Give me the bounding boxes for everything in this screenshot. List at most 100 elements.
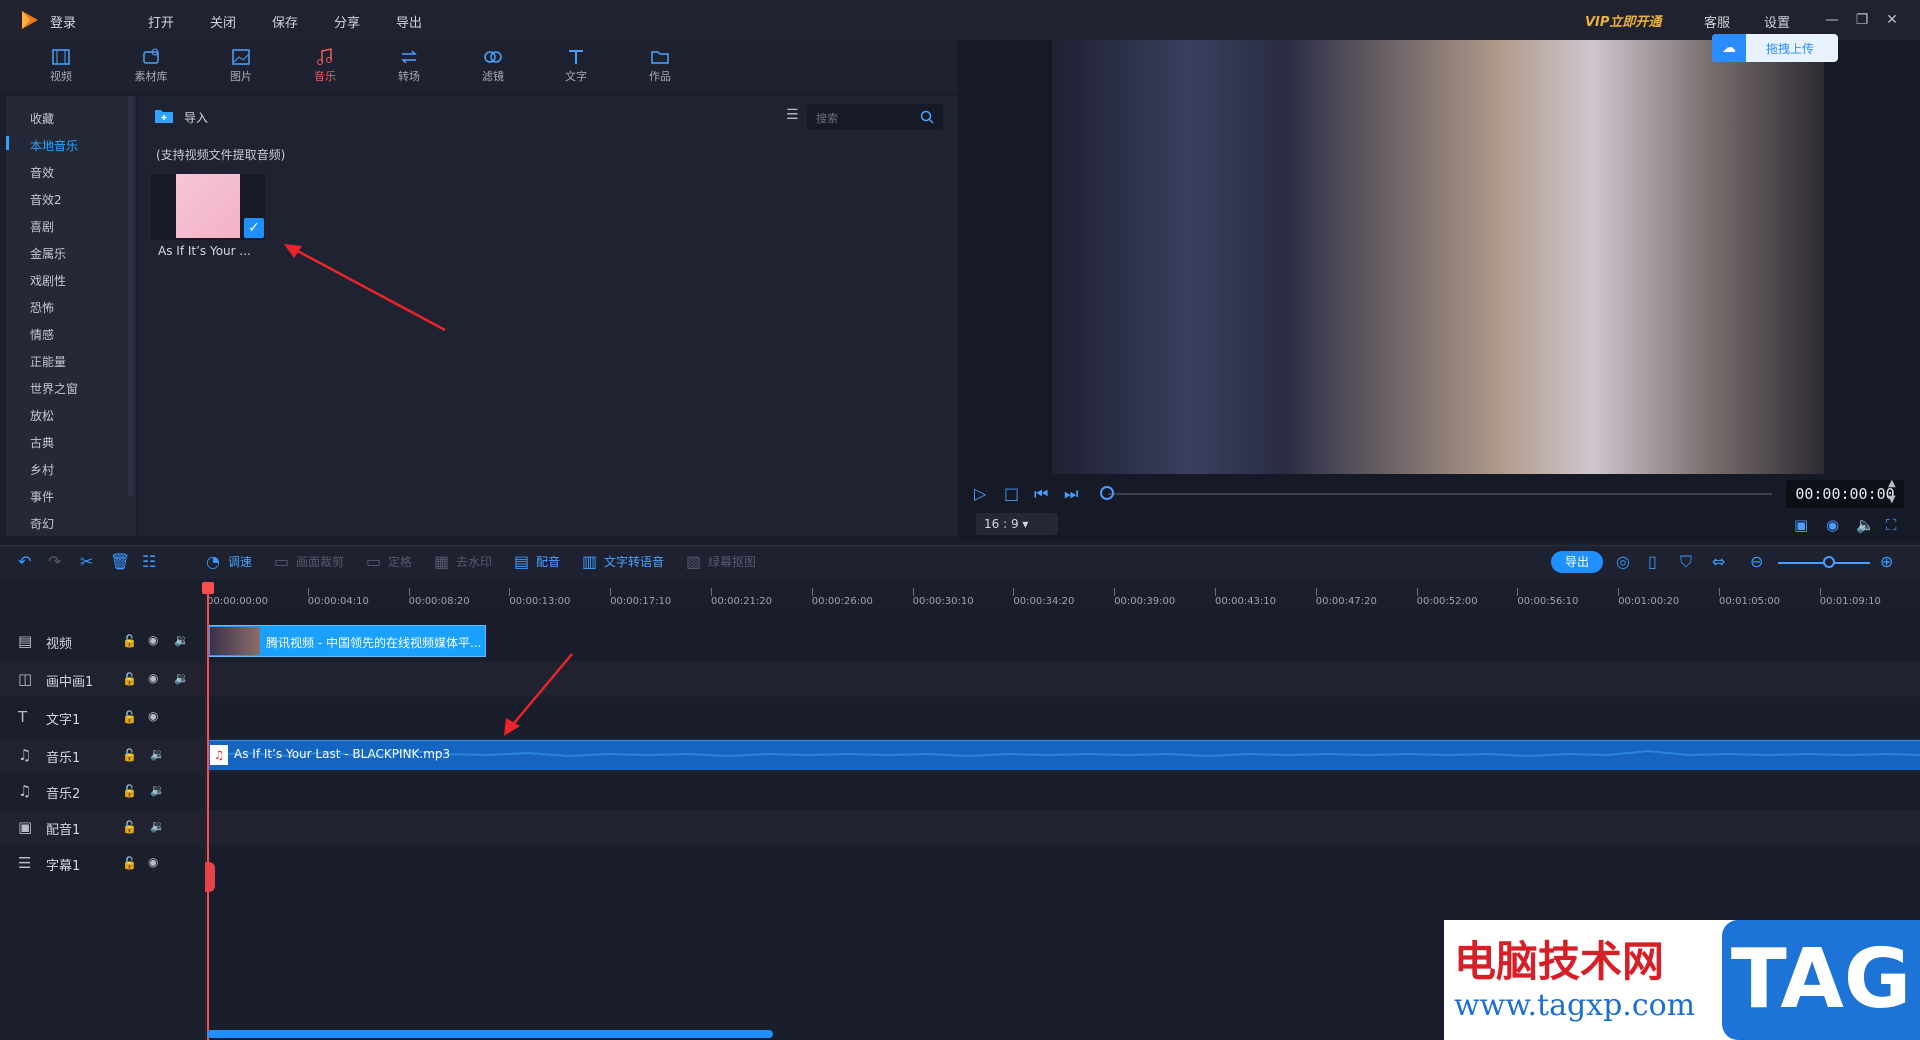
volume-icon[interactable]: 🔈 — [1856, 516, 1875, 534]
menu-close[interactable]: 关闭 — [210, 12, 236, 31]
category-item[interactable]: 音效 — [30, 164, 54, 181]
speed-icon[interactable]: ◔ — [206, 552, 220, 571]
lock-icon[interactable]: 🔓 — [122, 856, 137, 870]
tab-image[interactable]: 图片 — [206, 42, 276, 90]
green-screen-button[interactable]: 绿幕抠图 — [708, 553, 756, 570]
zoom-fit-icon[interactable]: ◎ — [1616, 552, 1630, 571]
export-button[interactable]: 导出 — [1551, 551, 1603, 573]
volume-icon[interactable]: 🔉 — [174, 671, 189, 685]
selected-check-icon[interactable]: ✓ — [244, 218, 264, 238]
import-button[interactable]: 导入 — [184, 109, 208, 126]
volume-icon[interactable]: 🔉 — [150, 747, 165, 761]
timecode-display[interactable]: 00:00:00:00 — [1786, 480, 1904, 508]
freeze-icon[interactable]: ▭ — [366, 552, 381, 571]
aspect-ratio-select[interactable]: 16 : 9 ▾ — [976, 513, 1058, 535]
category-item[interactable]: 放松 — [30, 407, 54, 424]
tab-transition[interactable]: 转场 — [374, 42, 444, 90]
visibility-icon[interactable]: ◉ — [148, 633, 158, 647]
category-item[interactable]: 奇幻 — [30, 515, 54, 532]
tab-text[interactable]: 文字 — [541, 42, 611, 90]
tab-works[interactable]: 作品 — [625, 42, 695, 90]
search-icon[interactable] — [920, 110, 934, 124]
menu-open[interactable]: 打开 — [148, 12, 174, 31]
zoom-in-icon[interactable]: ⊕ — [1880, 552, 1893, 571]
category-item[interactable]: 戏剧性 — [30, 272, 66, 289]
menu-share[interactable]: 分享 — [334, 12, 360, 31]
close-icon[interactable]: ✕ — [1882, 10, 1902, 30]
split-settings-icon[interactable]: ☷ — [142, 552, 156, 571]
support-link[interactable]: 客服 — [1704, 12, 1730, 31]
category-item[interactable]: 正能量 — [30, 353, 66, 370]
delete-icon[interactable]: 🗑 — [110, 552, 130, 571]
visibility-icon[interactable]: ◉ — [148, 855, 158, 869]
volume-icon[interactable]: 🔉 — [150, 819, 165, 833]
category-item[interactable]: 乡村 — [30, 461, 54, 478]
lock-icon[interactable]: 🔓 — [122, 672, 137, 686]
video-preview-frame[interactable] — [1052, 40, 1824, 474]
green-screen-icon[interactable]: ▧ — [686, 552, 701, 571]
crop-icon[interactable]: ▭ — [274, 552, 289, 571]
timecode-up-icon[interactable]: ▲ — [1888, 478, 1896, 489]
lock-icon[interactable]: 🔓 — [122, 784, 137, 798]
sort-icon[interactable]: ☰ — [786, 107, 799, 123]
zoom-out-icon[interactable]: ⊖ — [1750, 552, 1763, 571]
category-item[interactable]: 古典 — [30, 434, 54, 451]
playback-knob[interactable] — [1100, 486, 1114, 500]
redo-icon[interactable]: ↷ — [48, 552, 61, 571]
visibility-icon[interactable]: ◉ — [148, 671, 158, 685]
category-item[interactable]: 事件 — [30, 488, 54, 505]
tab-music[interactable]: 音乐 — [290, 42, 360, 90]
cut-icon[interactable]: ✂ — [80, 552, 93, 571]
category-item[interactable]: 金属乐 — [30, 245, 66, 262]
dubbing-icon[interactable]: ▤ — [514, 552, 529, 571]
camera-icon[interactable]: ◉ — [1826, 516, 1839, 534]
timeline-scrollbar[interactable] — [207, 1030, 773, 1038]
menu-export[interactable]: 导出 — [396, 12, 422, 31]
track-end-marker[interactable] — [205, 862, 215, 892]
tts-icon[interactable]: ▥ — [582, 552, 597, 571]
sidebar-scrollbar[interactable] — [128, 96, 134, 496]
tab-video[interactable]: 视频 — [26, 42, 96, 90]
timecode-down-icon[interactable]: ▼ — [1888, 494, 1896, 505]
import-folder-icon[interactable] — [154, 108, 174, 124]
freeze-button[interactable]: 定格 — [388, 553, 412, 570]
prev-frame-icon[interactable]: ⏮ — [1034, 484, 1048, 504]
play-icon[interactable]: ▷ — [974, 484, 986, 503]
menu-save[interactable]: 保存 — [272, 12, 298, 31]
category-item[interactable]: 音效2 — [30, 191, 62, 208]
remove-watermark-button[interactable]: 去水印 — [456, 553, 492, 570]
category-item[interactable]: 恐怖 — [30, 299, 54, 316]
lock-icon[interactable]: 🔓 — [122, 710, 137, 724]
crop-button[interactable]: 画面裁剪 — [296, 553, 344, 570]
volume-icon[interactable]: 🔉 — [150, 783, 165, 797]
speed-button[interactable]: 调速 — [228, 553, 252, 570]
minimize-icon[interactable]: — — [1822, 10, 1842, 30]
dubbing-button[interactable]: 配音 — [536, 553, 560, 570]
tab-library[interactable]: 素材库 — [116, 42, 186, 90]
playhead[interactable] — [207, 584, 209, 1040]
snapshot-settings-icon[interactable]: ▣ — [1794, 516, 1808, 534]
volume-icon[interactable]: 🔉 — [174, 633, 189, 647]
marker-icon[interactable]: ⛉ — [1680, 552, 1692, 572]
undo-icon[interactable]: ↶ — [18, 552, 31, 571]
lock-icon[interactable]: 🔓 — [122, 820, 137, 834]
zoom-slider-knob[interactable] — [1823, 556, 1835, 568]
login-link[interactable]: 登录 — [50, 12, 76, 31]
playhead-handle[interactable] — [202, 582, 214, 594]
vip-button[interactable]: VIP立即开通 — [1585, 11, 1661, 30]
category-item[interactable]: 喜剧 — [30, 218, 54, 235]
tts-button[interactable]: 文字转语音 — [604, 553, 664, 570]
split-view-icon[interactable]: ▯ — [1648, 552, 1657, 571]
category-item[interactable]: 本地音乐 — [30, 137, 78, 154]
category-item[interactable]: 世界之窗 — [30, 380, 78, 397]
category-item[interactable]: 收藏 — [30, 110, 54, 127]
watermark-icon[interactable]: ▦ — [434, 552, 449, 571]
fit-width-icon[interactable]: ⇔ — [1712, 552, 1725, 571]
next-frame-icon[interactable]: ⏭ — [1064, 484, 1078, 504]
visibility-icon[interactable]: ◉ — [148, 709, 158, 723]
stop-icon[interactable]: □ — [1004, 484, 1019, 503]
playback-progress[interactable] — [1108, 493, 1772, 495]
tab-filter[interactable]: 滤镜 — [458, 42, 528, 90]
lock-icon[interactable]: 🔓 — [122, 748, 137, 762]
restore-icon[interactable]: ❐ — [1852, 10, 1872, 30]
